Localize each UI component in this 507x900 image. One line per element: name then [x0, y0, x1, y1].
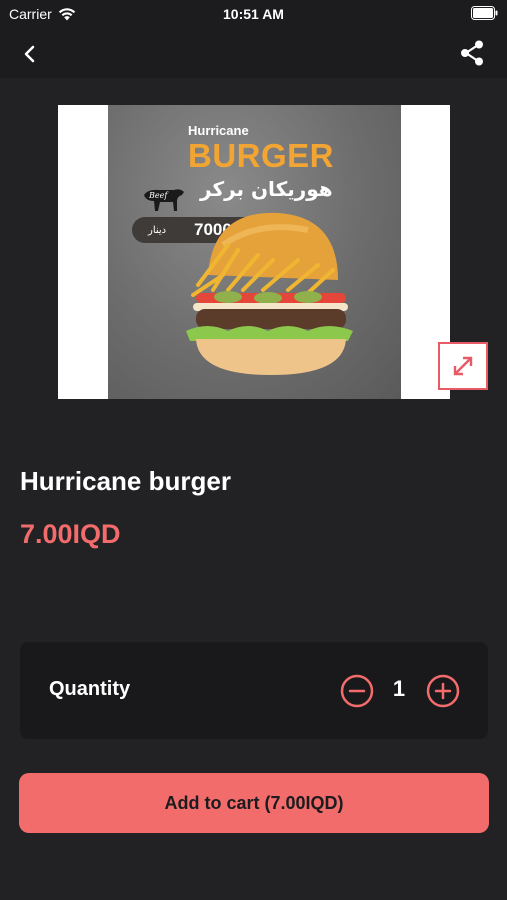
poster-title-small: Hurricane: [188, 123, 249, 138]
battery-icon: [471, 6, 498, 23]
status-time: 10:51 AM: [223, 6, 284, 22]
decrease-quantity-button[interactable]: [340, 674, 374, 708]
quantity-card: Quantity 1: [20, 642, 488, 739]
back-button[interactable]: [16, 40, 44, 68]
poster-arabic-name: هوريكان بركر: [200, 177, 333, 201]
poster-title-large: BURGER: [188, 137, 335, 174]
poster-currency: دينار: [148, 225, 167, 236]
burger-illustration: [186, 212, 353, 375]
chevron-left-icon: [24, 45, 35, 63]
product-price: 7.00IQD: [20, 519, 121, 549]
add-to-cart-button[interactable]: Add to cart (7.00IQD): [19, 773, 489, 833]
quantity-value: 1: [392, 676, 406, 701]
status-bar: Carrier 10:51 AM: [0, 0, 507, 28]
increase-quantity-button[interactable]: [426, 674, 460, 708]
share-button[interactable]: [457, 38, 487, 68]
share-icon: [461, 40, 483, 66]
expand-icon: [453, 356, 473, 376]
navigation-bar: [0, 28, 507, 78]
product-image: Hurricane BURGER Beef هوريكان بركر دينار…: [108, 105, 401, 399]
expand-image-button[interactable]: [438, 342, 488, 390]
plus-circle-icon: [426, 674, 460, 708]
quantity-label: Quantity: [49, 678, 131, 700]
svg-text:Beef: Beef: [148, 191, 169, 200]
product-image-frame[interactable]: Hurricane BURGER Beef هوريكان بركر دينار…: [58, 105, 450, 399]
product-name: Hurricane burger: [20, 466, 231, 496]
minus-circle-icon: [340, 674, 374, 708]
